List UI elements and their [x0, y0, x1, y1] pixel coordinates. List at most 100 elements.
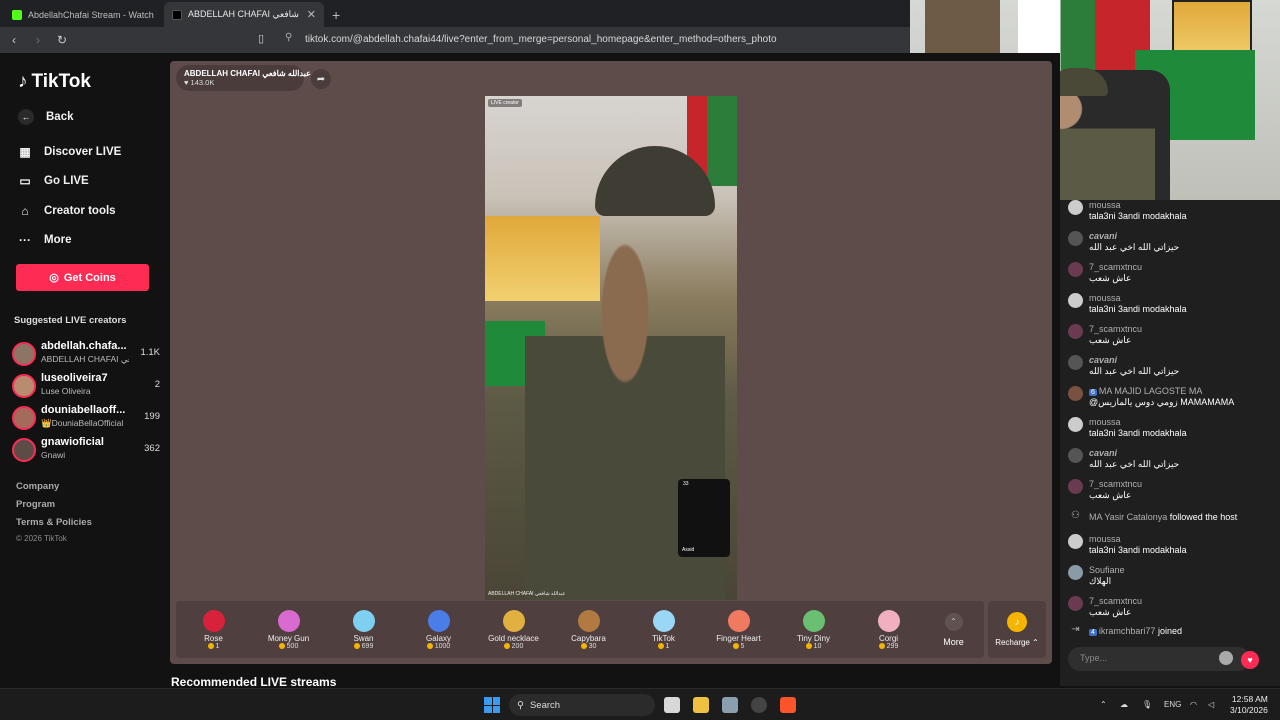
nav-go-live[interactable]: ▭ Go LIVE	[18, 174, 88, 188]
join-user[interactable]: ikramchbari77	[1099, 626, 1156, 636]
avatar	[1068, 534, 1083, 549]
coin-icon	[426, 643, 433, 649]
emoji-icon[interactable]	[1219, 651, 1233, 665]
bookmark-icon[interactable]: ▯	[258, 32, 264, 45]
gift-tiny-diny[interactable]: Tiny Diny 10	[776, 609, 851, 650]
avatar	[1068, 448, 1083, 463]
chat-user[interactable]: 7_scamxtncu	[1089, 262, 1142, 272]
live-chat: moussa tala3ni 3andi modakhala cavani حيزا…	[1060, 200, 1280, 686]
chat-user[interactable]: Soufiane	[1089, 565, 1125, 575]
live-stage: ABDELLAH CHAFAI عبدالله شافعي ♥ 143.0K ➦…	[170, 61, 1052, 664]
recharge-label: Recharge	[995, 638, 1030, 647]
avatar	[1068, 355, 1083, 370]
brave-browser-icon[interactable]	[780, 697, 796, 713]
search-icon: ⚲	[517, 699, 524, 711]
chat-user[interactable]: moussa	[1089, 534, 1121, 544]
suggested-creator[interactable]: luseoliveira7 Luse Oliveira 2	[12, 372, 162, 400]
chat-user[interactable]: moussa	[1089, 417, 1121, 427]
chat-user[interactable]: MA MAJID LAGOSTE MA	[1099, 386, 1203, 396]
gift-price: 699	[361, 642, 374, 650]
clock-time: 12:58 AM	[1231, 694, 1268, 704]
task-view-icon[interactable]	[664, 697, 680, 713]
host-info[interactable]: ABDELLAH CHAFAI عبدالله شافعي ♥ 143.0K	[176, 65, 311, 91]
person-icon: ⚇	[1071, 510, 1080, 521]
gift-tiktok[interactable]: TikTok 1	[626, 609, 701, 650]
chat-user[interactable]: cavani	[1089, 448, 1117, 458]
gift-name: Galaxy	[426, 633, 451, 643]
cloud-icon[interactable]: ☁	[1120, 700, 1128, 709]
gift-name: Corgi	[878, 633, 899, 643]
gift-price: 500	[286, 642, 299, 650]
windows-start-icon[interactable]	[484, 697, 500, 713]
tiktok-note-icon: ♪	[18, 71, 28, 92]
footer-company-link[interactable]: Company	[16, 481, 59, 492]
dots-icon: ···	[19, 233, 31, 247]
gift-finger-heart[interactable]: Finger Heart 5	[701, 609, 776, 650]
gift-gold-necklace[interactable]: Gold necklace 200	[476, 609, 551, 650]
tab-title: ABDELLAH CHAFAI عبدالله شافعي	[188, 9, 301, 19]
wifi-icon[interactable]: ◠	[1190, 700, 1197, 709]
close-tab-icon[interactable]: ✕	[307, 8, 316, 21]
volume-icon[interactable]: ◁	[1208, 700, 1214, 709]
chat-user[interactable]: 7_scamxtncu	[1089, 596, 1142, 606]
chat-user[interactable]: cavani	[1089, 231, 1117, 241]
chat-text: tala3ni 3andi modakhala	[1089, 304, 1187, 314]
browser-tab[interactable]: AbdellahChafai Stream - Watch Live	[4, 2, 164, 27]
pip-label: Assid	[682, 547, 695, 553]
level-badge: 4	[1089, 629, 1097, 636]
gift-corgi[interactable]: Corgi 299	[851, 609, 926, 650]
chat-user[interactable]: 7_scamxtncu	[1089, 479, 1142, 489]
taskbar-search[interactable]: ⚲ Search	[509, 694, 655, 716]
back-button[interactable]: ← Back	[18, 109, 74, 125]
coin-icon	[207, 643, 214, 649]
camera-app-icon[interactable]	[722, 697, 738, 713]
reload-icon[interactable]: ↻	[52, 33, 72, 47]
pip-guest-window[interactable]: 33 Assid	[678, 479, 730, 557]
suggested-creator[interactable]: douniabellaoff... 👑DouniaBellaOfficial 1…	[12, 404, 162, 432]
creator-name: gnawioficial	[41, 436, 104, 448]
clock[interactable]: 12:58 AM 3/10/2026	[1230, 694, 1268, 716]
like-heart-icon[interactable]: ♥	[1241, 651, 1259, 669]
nav-creator-tools[interactable]: ⌂ Creator tools	[18, 204, 115, 218]
site-info-icon[interactable]: ⚲	[285, 32, 292, 43]
share-icon[interactable]: ➦	[311, 69, 331, 89]
suggested-creator[interactable]: abdellah.chafa... ABDELLAH CHAFAI عبدالل…	[12, 340, 162, 368]
nav-more[interactable]: ··· More	[18, 233, 71, 247]
obs-icon[interactable]	[751, 697, 767, 713]
forward-arrow-icon[interactable]: ›	[28, 33, 48, 47]
gift-price: 30	[588, 642, 597, 650]
url-field[interactable]: tiktok.com/@abdellah.chafai44/live?enter…	[305, 34, 777, 45]
gift-rose[interactable]: Rose 1	[176, 609, 251, 650]
nav-discover-live[interactable]: ▦ Discover LIVE	[18, 145, 121, 159]
avatar	[12, 438, 36, 462]
get-coins-button[interactable]: ◎ Get Coins	[16, 264, 149, 291]
chat-user[interactable]: cavani	[1089, 355, 1117, 365]
gift-capybara[interactable]: Capybara 30	[551, 609, 626, 650]
footer-terms-link[interactable]: Terms & Policies	[16, 517, 92, 528]
back-arrow-icon[interactable]: ‹	[4, 33, 24, 47]
live-video[interactable]: LIVE creator ABDELLAH CHAFAI عبدالله شاف…	[485, 96, 737, 600]
footer-program-link[interactable]: Program	[16, 499, 55, 510]
chat-user[interactable]: 7_scamxtncu	[1089, 324, 1142, 334]
gift-swan[interactable]: Swan 699	[326, 609, 401, 650]
language-indicator[interactable]: ENG	[1164, 700, 1181, 709]
chat-user[interactable]: moussa	[1089, 200, 1121, 210]
new-tab-icon[interactable]: +	[324, 7, 348, 27]
chat-input[interactable]: Type...	[1068, 647, 1250, 671]
chat-user[interactable]: moussa	[1089, 293, 1121, 303]
gift-money-gun[interactable]: Money Gun 500	[251, 609, 326, 650]
gift-galaxy[interactable]: Galaxy 1000	[401, 609, 476, 650]
chat-placeholder: Type...	[1080, 653, 1108, 663]
enter-icon: ⇥	[1071, 624, 1080, 635]
chevron-up-icon[interactable]: ⌃	[1100, 700, 1107, 709]
browser-tab-active[interactable]: ABDELLAH CHAFAI عبدالله شافعي ✕	[164, 2, 324, 27]
microphone-icon[interactable]: 🎙	[1142, 700, 1152, 709]
more-gifts-button[interactable]: ⌃ More	[926, 612, 981, 647]
recharge-button[interactable]: ♪ Recharge ⌃	[988, 601, 1046, 658]
chevron-up-icon: ⌃	[944, 612, 963, 631]
follow-user[interactable]: MA Yasir Catalonya	[1089, 512, 1167, 522]
tiktok-logo[interactable]: ♪ TikTok	[18, 71, 91, 93]
suggested-creator[interactable]: gnawioficial Gnawi 362	[12, 436, 162, 464]
finger-heart-icon	[727, 609, 750, 632]
file-explorer-icon[interactable]	[693, 697, 709, 713]
